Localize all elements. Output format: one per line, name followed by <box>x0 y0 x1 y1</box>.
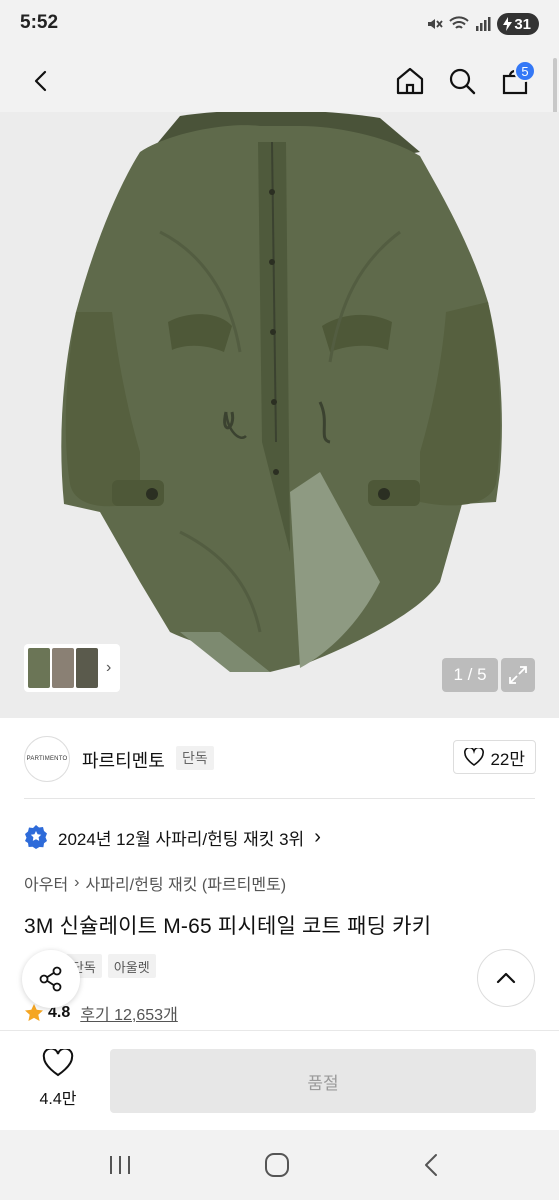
soldout-button[interactable]: 품절 <box>110 1049 536 1113</box>
breadcrumb-category[interactable]: 아우터 <box>24 871 68 895</box>
chevron-right-icon: › <box>74 874 80 891</box>
brand-row: PARTIMENTO 파르티멘토 단독 22만 <box>0 718 559 798</box>
tag-outlet: 아울렛 <box>107 954 156 978</box>
search-button[interactable] <box>441 60 483 102</box>
wifi-icon <box>449 16 470 32</box>
divider <box>24 798 535 799</box>
brand-name[interactable]: 파르티멘토 <box>82 747 165 773</box>
brand-like-button[interactable]: 22만 <box>453 740 536 774</box>
wishlist-count: 4.4만 <box>39 1091 77 1108</box>
back-icon <box>34 70 47 92</box>
thumbnail-strip[interactable]: › <box>24 644 120 692</box>
ranking-badge-icon <box>25 825 47 849</box>
back-icon <box>425 1154 437 1176</box>
home-icon <box>396 67 424 95</box>
system-nav-bar <box>0 1130 559 1200</box>
scroll-top-button[interactable] <box>477 949 535 1007</box>
product-image <box>61 112 502 673</box>
search-icon <box>449 68 476 95</box>
signal-icon <box>475 16 491 32</box>
chevron-right-icon[interactable]: › <box>106 659 111 677</box>
page-counter: 1 / 5 <box>442 658 498 692</box>
brand-like-count: 22만 <box>490 749 525 769</box>
product-title: 3M 신슐레이트 M-65 피시테일 코트 패딩 카키 <box>24 915 432 938</box>
home-circle-icon <box>265 1153 289 1177</box>
thumbnail-3[interactable] <box>76 648 98 688</box>
thumbnail-1[interactable] <box>28 648 50 688</box>
heart-icon <box>42 1049 74 1077</box>
back-button[interactable] <box>20 60 62 102</box>
share-button[interactable] <box>22 950 80 1008</box>
status-bar: 5:52 31 <box>0 0 559 50</box>
breadcrumb-subcategory[interactable]: 사파리/헌팅 재킷 (파르티멘토) <box>86 871 287 895</box>
brand-tag: 단독 <box>176 746 214 770</box>
heart-icon <box>464 748 485 766</box>
bottom-action-bar: 4.4만 품절 <box>0 1030 559 1130</box>
battery-level: 31 <box>514 15 531 33</box>
mute-icon <box>425 15 444 33</box>
battery-icon: 31 <box>497 13 539 35</box>
scroll-indicator[interactable] <box>553 58 557 118</box>
cart-button[interactable]: 5 <box>494 60 536 102</box>
status-icons: 31 <box>425 13 539 35</box>
thumbnail-2[interactable] <box>52 648 74 688</box>
chevron-right-icon: › <box>314 825 321 848</box>
top-nav: 5 <box>0 50 559 112</box>
ranking-banner[interactable]: 2024년 12월 사파리/헌팅 재킷 3위 › <box>24 822 321 852</box>
wishlist-button[interactable]: 4.4만 <box>30 1049 86 1109</box>
review-count-link[interactable]: 후기 12,653개 <box>80 1001 178 1025</box>
status-time: 5:52 <box>20 12 59 33</box>
back-system-button[interactable] <box>412 1148 452 1182</box>
expand-icon <box>509 666 527 684</box>
breadcrumb: 아우터 › 사파리/헌팅 재킷 (파르티멘토) <box>24 871 286 895</box>
brand-logo[interactable]: PARTIMENTO <box>24 736 70 782</box>
recent-apps-icon <box>110 1156 130 1174</box>
home-button[interactable] <box>389 60 431 102</box>
product-image-carousel[interactable]: › 1 / 5 <box>0 112 559 718</box>
recent-apps-button[interactable] <box>100 1148 140 1182</box>
home-system-button[interactable] <box>257 1148 297 1182</box>
chevron-up-icon <box>496 972 516 984</box>
ranking-text: 2024년 12월 사파리/헌팅 재킷 3위 <box>58 829 305 849</box>
share-icon <box>39 966 62 992</box>
expand-button[interactable] <box>501 658 535 692</box>
cart-badge: 5 <box>514 60 536 82</box>
